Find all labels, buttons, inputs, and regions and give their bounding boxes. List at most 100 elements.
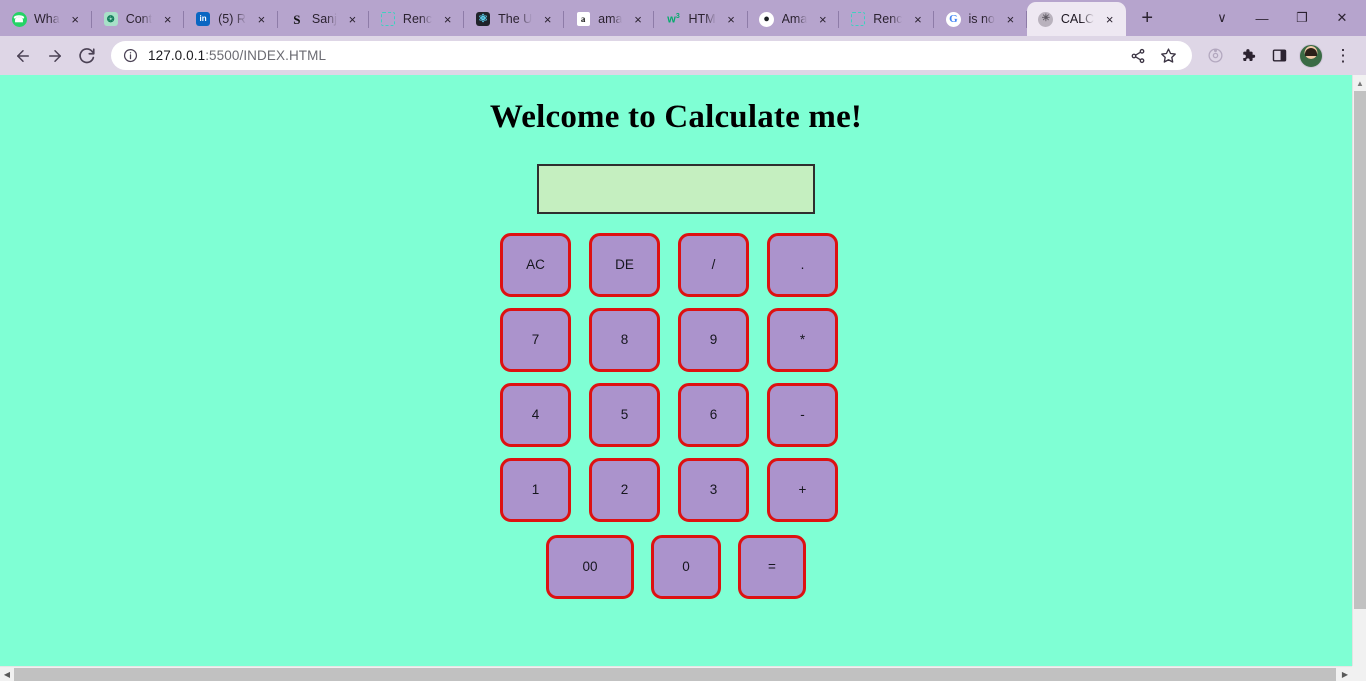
whatsapp-icon: ☎ — [11, 11, 27, 27]
minimize-button[interactable]: — — [1242, 1, 1282, 35]
tab-title: HTM — [688, 12, 716, 26]
maximize-button[interactable]: ❐ — [1282, 1, 1322, 35]
tab-strip: ☎ Wha × ❂ Cont × in (5) R × S Sanj × Renc × ⚛ The U × a am… — [0, 0, 1366, 36]
browser-tab[interactable]: Gis no × — [934, 2, 1027, 36]
chatgpt-icon: ❂ — [103, 11, 119, 27]
tab-close-icon[interactable]: × — [629, 11, 646, 28]
key-multiply[interactable]: * — [767, 308, 838, 372]
key-4[interactable]: 4 — [500, 383, 571, 447]
browser-tab[interactable]: Renc × — [369, 2, 465, 36]
dashed-square-icon — [380, 11, 396, 27]
scroll-left-arrow-icon[interactable]: ◀ — [0, 667, 14, 681]
tab-close-icon[interactable]: × — [1101, 11, 1118, 28]
keypad-row: AC DE /. — [500, 233, 852, 297]
back-icon[interactable] — [8, 41, 38, 71]
calculator-display-input[interactable] — [537, 164, 815, 214]
horizontal-scrollbar[interactable]: ◀ ▶ — [0, 666, 1366, 681]
bookmark-star-icon[interactable] — [1154, 42, 1182, 70]
key-divide[interactable]: / — [678, 233, 749, 297]
extensions-icon[interactable] — [1232, 41, 1262, 71]
key-decimal[interactable]: . — [767, 233, 838, 297]
key-add[interactable]: + — [767, 458, 838, 522]
tab-title: (5) R — [218, 12, 246, 26]
share-icon[interactable] — [1124, 42, 1152, 70]
browser-tab[interactable]: w3 HTM × — [654, 2, 748, 36]
page-title: Welcome to Calculate me! — [489, 99, 863, 135]
key-all-clear[interactable]: AC — [500, 233, 571, 297]
key-subtract[interactable]: - — [767, 383, 838, 447]
address-bar[interactable]: 127.0.0.1:5500/INDEX.HTML — [111, 41, 1192, 70]
google-icon: G — [945, 11, 961, 27]
vertical-scrollbar[interactable]: ▲ ▼ — [1352, 75, 1366, 681]
browser-tab[interactable]: S Sanj × — [278, 2, 369, 36]
browser-tab[interactable]: a ama × — [564, 2, 655, 36]
globe-icon: ☀ — [1038, 11, 1054, 27]
tab-title: Sanj — [311, 12, 337, 26]
tab-close-icon[interactable]: × — [1002, 11, 1019, 28]
omnibox-actions — [1124, 42, 1182, 70]
scroll-up-arrow-icon[interactable]: ▲ — [1353, 75, 1366, 91]
key-delete[interactable]: DE — [589, 233, 660, 297]
side-panel-icon[interactable] — [1264, 41, 1294, 71]
tab-close-icon[interactable]: × — [539, 11, 556, 28]
site-info-icon[interactable] — [122, 47, 139, 64]
keypad-row: 7 8 9 * — [500, 308, 852, 372]
tab-close-icon[interactable]: × — [439, 11, 456, 28]
browser-tab[interactable]: ❂ Cont × — [92, 2, 185, 36]
amazon-icon: a — [575, 11, 591, 27]
key-5[interactable]: 5 — [589, 383, 660, 447]
tab-close-icon[interactable]: × — [909, 11, 926, 28]
key-0[interactable]: 0 — [651, 535, 721, 599]
tab-close-icon[interactable]: × — [814, 11, 831, 28]
page-viewport: Welcome to Calculate me! AC DE /. 7 8 9 * 4 5 6- 1… — [0, 75, 1366, 681]
display-container — [0, 164, 1352, 214]
tab-title: CALC — [1060, 12, 1095, 26]
calculator-keypad: AC DE /. 7 8 9 * 4 5 6-1 2 3 + 00 0 = — [500, 233, 852, 599]
tab-close-icon[interactable]: × — [344, 11, 361, 28]
url-path: :5500/INDEX.HTML — [205, 48, 327, 63]
tab-title: Renc — [402, 12, 433, 26]
keypad-row: 456- — [500, 383, 852, 447]
url-host: 127.0.0.1 — [148, 48, 206, 63]
tab-close-icon[interactable]: × — [67, 11, 84, 28]
tab-title: ama — [598, 12, 623, 26]
profile-sync-icon[interactable] — [1200, 41, 1230, 71]
key-equals[interactable]: = — [738, 535, 806, 599]
tab-close-icon[interactable]: × — [159, 11, 176, 28]
browser-tab[interactable]: ☎ Wha × — [0, 2, 92, 36]
key-6[interactable]: 6 — [678, 383, 749, 447]
react-icon: ⚛ — [475, 11, 491, 27]
forward-icon[interactable] — [40, 41, 70, 71]
key-double-zero[interactable]: 00 — [546, 535, 634, 599]
scrollbar-corner — [1352, 666, 1366, 681]
browser-window: ☎ Wha × ❂ Cont × in (5) R × S Sanj × Renc × ⚛ The U × a am… — [0, 0, 1366, 681]
github-icon: ● — [759, 11, 775, 27]
key-2[interactable]: 2 — [589, 458, 660, 522]
new-tab-button[interactable]: + — [1132, 3, 1162, 33]
browser-tab[interactable]: ☀ CALC × — [1026, 2, 1127, 36]
key-3[interactable]: 3 — [678, 458, 749, 522]
key-1[interactable]: 1 — [500, 458, 571, 522]
browser-menu-icon[interactable]: ⋮ — [1328, 41, 1358, 71]
browser-tab[interactable]: ● Ama × — [748, 2, 840, 36]
avatar[interactable] — [1296, 41, 1326, 71]
key-8[interactable]: 8 — [589, 308, 660, 372]
key-7[interactable]: 7 — [500, 308, 571, 372]
horizontal-scrollbar-thumb[interactable] — [14, 668, 1336, 681]
dashed-square-icon — [850, 11, 866, 27]
scroll-right-arrow-icon[interactable]: ▶ — [1338, 667, 1352, 681]
keypad-row: 1 2 3 + — [500, 458, 852, 522]
browser-tab[interactable]: Renc × — [839, 2, 935, 36]
tab-close-icon[interactable]: × — [723, 11, 740, 28]
vertical-scrollbar-thumb[interactable] — [1354, 91, 1366, 609]
calculator-page: Welcome to Calculate me! AC DE /. 7 8 9 * 4 5 6- 1… — [0, 75, 1352, 665]
tab-title: is no — [968, 12, 995, 26]
key-9[interactable]: 9 — [678, 308, 749, 372]
window-controls: ∨ — ❐ ✕ — [1202, 0, 1366, 36]
tab-search-button[interactable]: ∨ — [1202, 1, 1242, 35]
browser-tab[interactable]: ⚛ The U × — [464, 2, 565, 36]
tab-close-icon[interactable]: × — [253, 11, 270, 28]
browser-tab[interactable]: in (5) R × — [184, 2, 278, 36]
reload-icon[interactable] — [72, 41, 102, 71]
close-window-button[interactable]: ✕ — [1322, 1, 1362, 35]
